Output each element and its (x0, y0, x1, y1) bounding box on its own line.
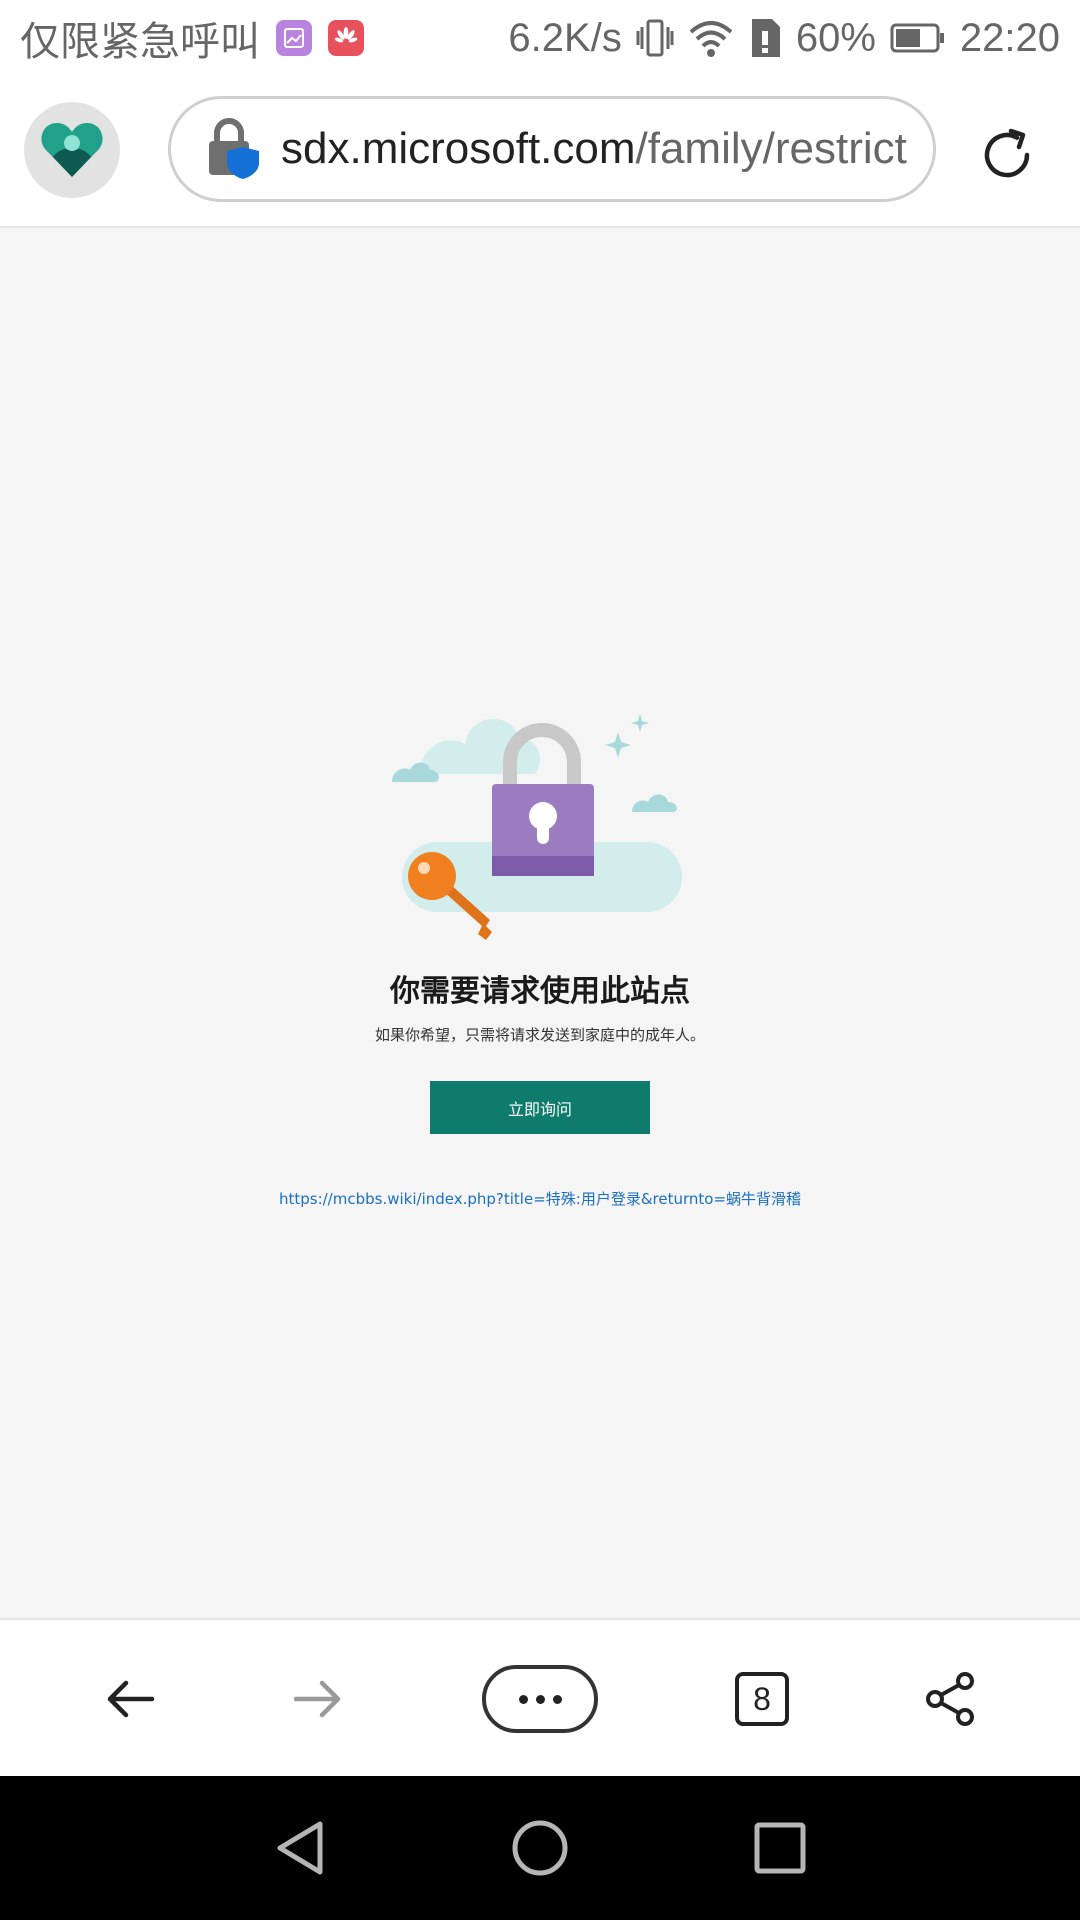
clock: 22:20 (959, 15, 1060, 60)
system-nav-bar (0, 1776, 1080, 1920)
nav-home-icon[interactable] (480, 1776, 600, 1920)
padlock-key-clouds-illustration (392, 714, 682, 940)
browser-toolbar: 8 (0, 1618, 1080, 1776)
address-bar: sdx.microsoft.com/family/restrict (0, 76, 1080, 228)
battery-percent: 60% (795, 15, 876, 60)
forward-arrow-icon[interactable] (258, 1620, 378, 1778)
network-speed: 6.2K/s (508, 15, 622, 60)
battery-icon (890, 22, 946, 54)
family-safety-logo-icon[interactable] (24, 102, 120, 198)
tabs-icon[interactable]: 8 (702, 1620, 822, 1778)
url-text: sdx.microsoft.com/family/restrict (281, 124, 907, 174)
vibrate-icon (636, 17, 674, 59)
sim-alert-icon (748, 17, 782, 59)
wifi-icon (688, 18, 734, 58)
huawei-app-icon (328, 20, 364, 56)
blocked-url-link[interactable]: https://mcbbs.wiki/index.php?title=特殊:用户… (0, 1188, 1080, 1209)
nav-recents-icon[interactable] (720, 1776, 840, 1920)
page-content: 你需要请求使用此站点 如果你希望，只需将请求发送到家庭中的成年人。 立即询问 h… (0, 230, 1080, 1618)
page-title: 你需要请求使用此站点 (390, 974, 690, 1009)
more-icon[interactable] (470, 1620, 610, 1778)
url-host: sdx.microsoft.com (281, 124, 636, 173)
share-icon[interactable] (890, 1620, 1010, 1778)
reload-icon[interactable] (976, 124, 1038, 186)
carrier-text: 仅限紧急呼叫 (20, 20, 260, 64)
page-description: 如果你希望，只需将请求发送到家庭中的成年人。 (374, 1026, 705, 1044)
back-arrow-icon[interactable] (70, 1620, 190, 1778)
ask-now-button[interactable]: 立即询问 (430, 1081, 650, 1134)
lock-shield-icon[interactable] (205, 117, 261, 181)
gallery-app-icon (276, 20, 312, 56)
url-path: /family/restrict (635, 124, 907, 173)
url-field[interactable]: sdx.microsoft.com/family/restrict (168, 96, 936, 202)
status-bar: 仅限紧急呼叫 6.2K/s 60% 22:20 (0, 0, 1080, 76)
tab-count: 8 (735, 1672, 789, 1726)
nav-back-icon[interactable] (240, 1776, 360, 1920)
